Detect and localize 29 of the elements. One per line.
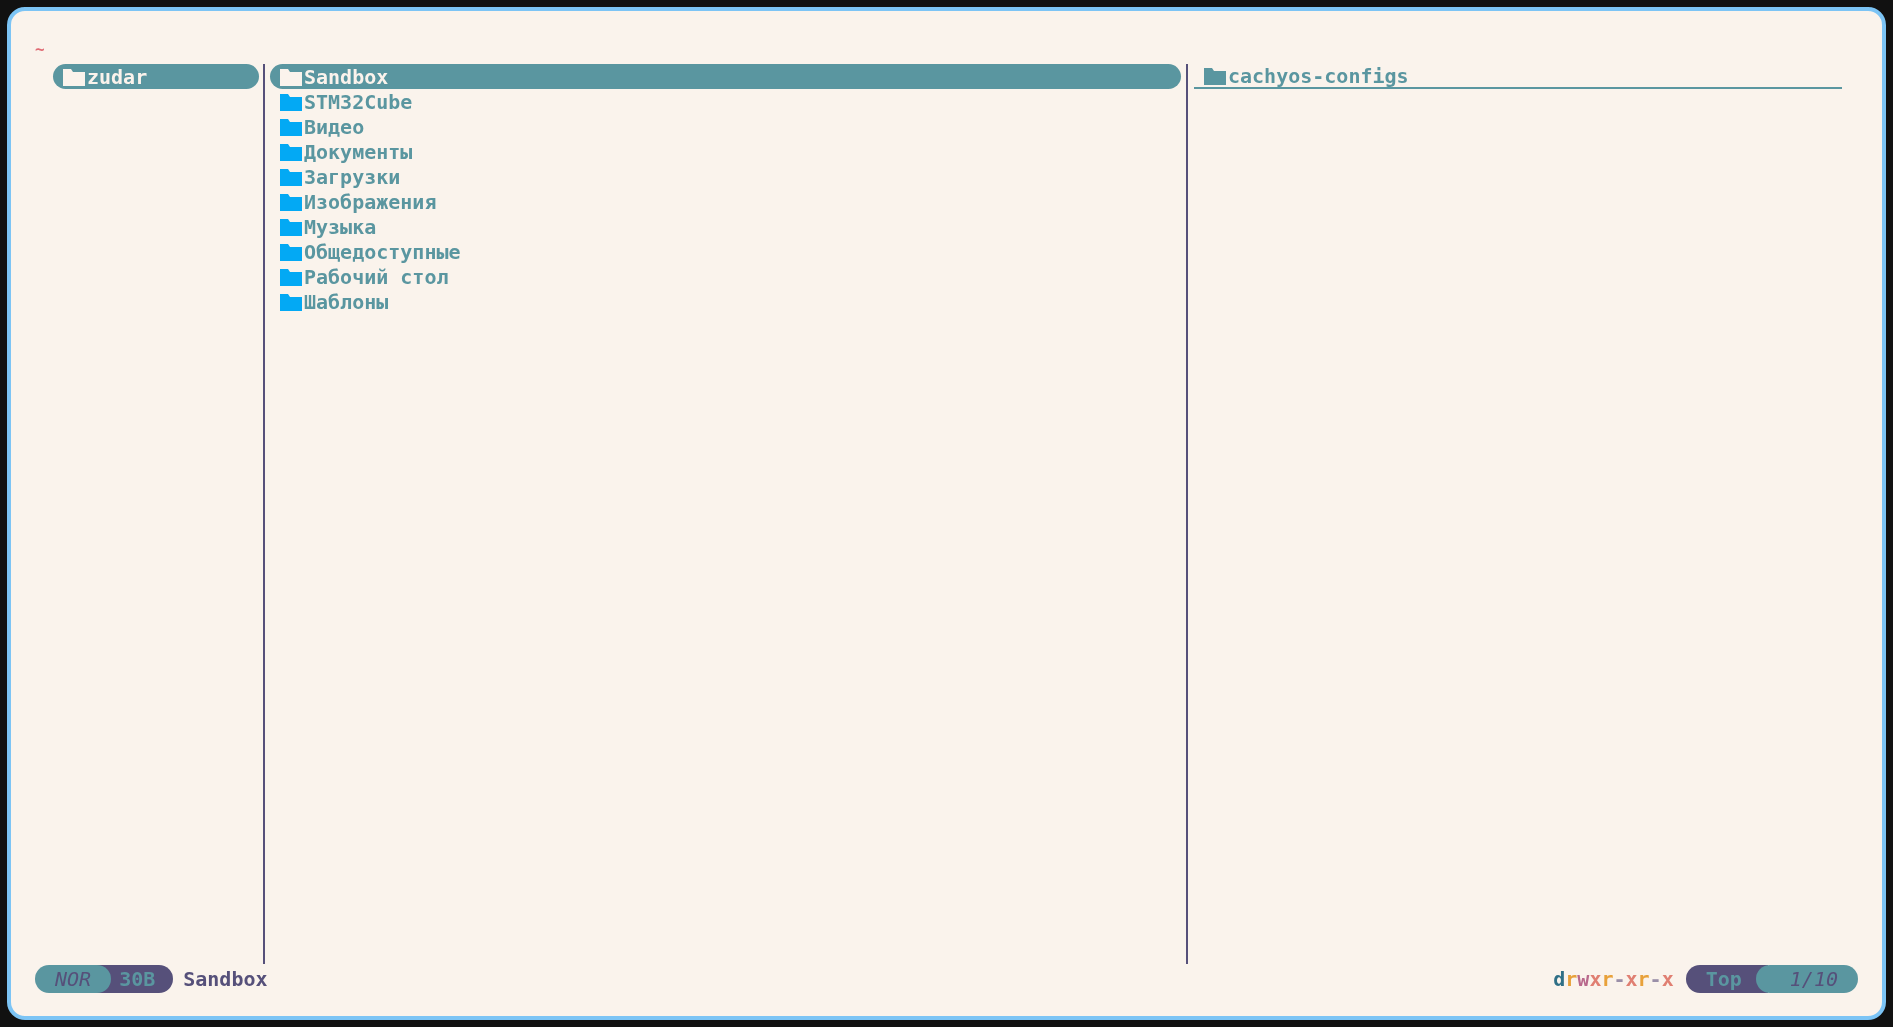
folder-icon [280,217,302,236]
folder-item[interactable]: Документы [270,139,1181,164]
folder-item[interactable]: Шаблоны [270,289,1181,314]
folder-icon [280,117,302,136]
folder-icon [280,67,302,86]
folder-icon [280,192,302,211]
folder-icon [280,267,302,286]
folder-icon [280,292,302,311]
folder-icon [280,142,302,161]
folder-icon [280,167,302,186]
folder-item[interactable]: Изображения [270,189,1181,214]
folder-icon [1204,66,1226,85]
mode-indicator: NOR [35,965,112,993]
path-text: ~ [35,41,46,59]
folder-item[interactable]: STM32Cube [270,89,1181,114]
folder-item[interactable]: Общедоступные [270,239,1181,264]
folder-icon [280,92,302,111]
folder-item[interactable]: Видео [270,114,1181,139]
folder-item[interactable]: Загрузки [270,164,1181,189]
folder-icon [280,242,302,261]
permissions-text: drwxr-xr-x [1553,966,1674,993]
folder-item[interactable]: cachyos-configs [1194,64,1842,89]
folder-item[interactable]: Sandbox [270,64,1181,89]
folder-icon [63,67,85,86]
folder-item[interactable]: zudar [53,64,259,89]
folder-item[interactable]: Музыка [270,214,1181,239]
folder-item[interactable]: Рабочий стол [270,264,1181,289]
count-indicator: 1/10 [1755,965,1858,993]
filename-text: Sandbox [183,966,268,993]
